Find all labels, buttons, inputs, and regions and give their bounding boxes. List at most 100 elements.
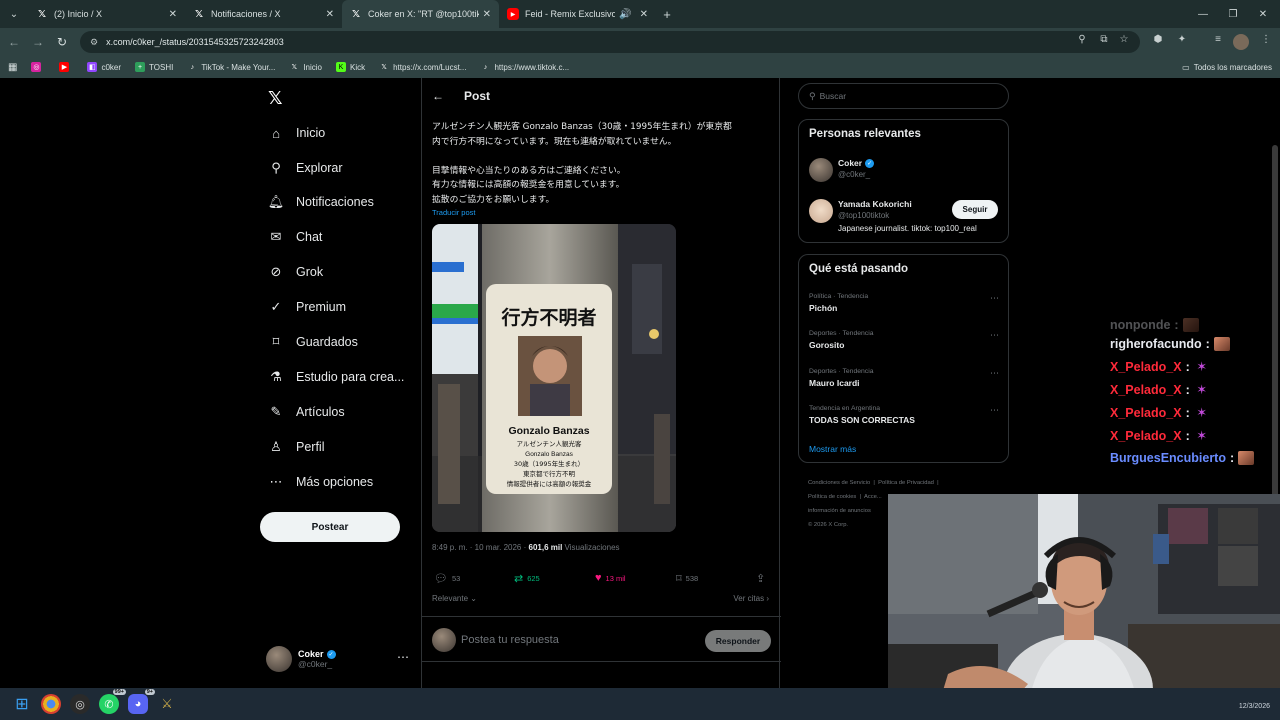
chat-username: X_Pelado_X xyxy=(1110,429,1182,443)
close-icon[interactable]: ✕ xyxy=(169,9,177,20)
close-icon[interactable]: ✕ xyxy=(326,9,334,20)
league-icon[interactable]: ⚔ xyxy=(157,694,177,714)
translate-link[interactable]: Traducir post xyxy=(432,208,476,217)
trend-item[interactable]: Deportes · Tendencia Mauro Icardi ⋯ xyxy=(809,368,999,388)
back-icon[interactable]: ← xyxy=(2,35,26,49)
extensions-icon[interactable]: ✦ xyxy=(1174,34,1190,50)
search-input[interactable] xyxy=(819,91,990,101)
nav-grok[interactable]: ⊘ Grok xyxy=(268,264,324,280)
x-logo-icon[interactable]: 𝕏 xyxy=(268,88,283,109)
more-dots-icon[interactable]: ⋯ xyxy=(990,405,999,416)
post-text: アルゼンチン人観光客 Gonzalo Banzas（30歳・1995年生まれ）が… xyxy=(432,120,772,222)
trend-item[interactable]: Tendencia en Argentina TODAS SON CORRECT… xyxy=(809,405,999,425)
url-field[interactable]: ⚙ x.com/c0ker_/status/203154532572324280… xyxy=(80,31,1140,53)
nav-articulos[interactable]: ✎ Artículos xyxy=(268,404,345,420)
nav-perfil[interactable]: ♙ Perfil xyxy=(268,439,324,455)
person-coker[interactable]: Coker ✓ @c0ker_ xyxy=(809,158,875,182)
bookmark-inicio[interactable]: 𝕏 Inicio xyxy=(289,62,322,72)
media-icon[interactable]: ≡ xyxy=(1210,34,1226,50)
footer-link[interactable]: información de anuncios xyxy=(808,508,871,514)
nav-inicio[interactable]: ⌂ Inicio xyxy=(268,125,325,141)
trend-item[interactable]: Deportes · Tendencia Gorosito ⋯ xyxy=(809,330,999,350)
minimize-button[interactable]: — xyxy=(1188,0,1218,28)
reload-icon[interactable]: ↻ xyxy=(50,35,74,49)
bookmark-x-lucst[interactable]: 𝕏https://x.com/Lucst... xyxy=(379,62,466,72)
whatsapp-icon[interactable]: ✆ 99+ xyxy=(99,689,126,714)
restore-button[interactable]: ❐ xyxy=(1218,0,1248,28)
nav-explorar[interactable]: ⚲ Explorar xyxy=(268,160,342,176)
show-more-link[interactable]: Mostrar más xyxy=(809,444,856,454)
bookmark-instagram[interactable]: ◎ xyxy=(31,62,45,72)
account-switcher[interactable]: Coker ✓ @c0ker_ xyxy=(266,646,336,672)
bookmark-tiktok-url[interactable]: ♪ https://www.tiktok.c... xyxy=(480,62,569,72)
nav-guardados[interactable]: ⌑ Guardados xyxy=(268,334,358,350)
bookmark-youtube[interactable]: ▶ xyxy=(59,62,73,72)
tab-notificaciones[interactable]: 𝕏 Notificaciones / X ✕ xyxy=(185,0,342,28)
reply-input[interactable] xyxy=(461,631,691,649)
star-icon[interactable]: ☆ xyxy=(1116,34,1132,50)
trend-item[interactable]: Política · Tendencia Pichón ⋯ xyxy=(809,293,999,313)
close-icon[interactable]: ✕ xyxy=(483,9,491,20)
nav-estudio[interactable]: ⚗ Estudio para crea... xyxy=(268,369,404,385)
post-text-line: アルゼンチン人観光客 Gonzalo Banzas（30歳・1995年生まれ）が… xyxy=(432,122,732,132)
tab-feid-remix[interactable]: ▶ Feid - Remix Exclusivo (Offic 🔊 ✕ xyxy=(499,0,656,28)
reply-action[interactable]: 💬︎ 53 xyxy=(434,572,460,585)
post-timestamp[interactable]: 8:49 p. m. · 10 mar. 2026 · xyxy=(432,543,529,552)
close-icon[interactable]: ✕ xyxy=(640,9,648,20)
menu-dots-icon[interactable]: ⋮ xyxy=(1258,34,1274,50)
cast-icon[interactable]: ⧉ xyxy=(1096,34,1112,50)
bookmark-kick[interactable]: K Kick xyxy=(335,62,365,72)
forward-icon[interactable]: → xyxy=(26,35,50,49)
tab-coker-post[interactable]: 𝕏 Coker en X: "RT @top100tiktok: ✕ xyxy=(342,0,499,28)
profile-avatar[interactable] xyxy=(1233,34,1249,50)
shield-icon[interactable]: ⬢ xyxy=(1150,34,1166,50)
follow-button[interactable]: Seguir xyxy=(952,200,998,219)
bookmark-tiktok[interactable]: ♪ TikTok - Make Your... xyxy=(187,62,276,72)
obs-icon[interactable]: ◎ xyxy=(70,694,90,714)
bookmark-action[interactable]: ⌑ 538 xyxy=(676,572,698,585)
bookmark-c0ker[interactable]: ◧ c0ker xyxy=(87,62,121,72)
sort-replies[interactable]: Relevante ⌄ xyxy=(432,594,477,603)
tab-inicio[interactable]: 𝕏 (2) Inicio / X ✕ xyxy=(28,0,185,28)
zoom-icon[interactable]: ⚲ xyxy=(1074,34,1090,50)
new-tab-button[interactable]: + xyxy=(656,7,678,22)
back-arrow-icon[interactable]: ← xyxy=(432,89,446,103)
more-dots-icon[interactable]: ⋯ xyxy=(990,293,999,304)
person-bio: Japanese journalist. tiktok: top100_real xyxy=(838,224,977,233)
footer-link[interactable]: Acce... xyxy=(864,494,882,500)
reply-button[interactable]: Responder xyxy=(705,630,771,652)
site-info-icon[interactable]: ⚙ xyxy=(90,37,98,48)
footer-link[interactable]: Política de cookies xyxy=(808,494,856,500)
nav-notificaciones[interactable]: 🔔︎ Notificaciones xyxy=(268,194,374,210)
nav-chat[interactable]: ✉ Chat xyxy=(268,229,323,245)
post-button[interactable]: Postear xyxy=(260,512,400,542)
repost-action[interactable]: ⇄ 625 xyxy=(514,572,540,585)
speaker-icon[interactable]: 🔊 xyxy=(619,9,631,20)
footer-link[interactable]: Política de Privacidad xyxy=(878,480,934,486)
discord-icon[interactable]: ◕ 9+ xyxy=(128,689,155,714)
reposts-count: 625 xyxy=(527,574,540,583)
nav-premium[interactable]: ✓ Premium xyxy=(268,299,346,315)
windows-icon[interactable]: ⊞ xyxy=(12,694,32,714)
person-yamada[interactable]: Yamada Kokorichi @top100tiktok Japanese … xyxy=(809,199,977,233)
flask-icon: ⚗ xyxy=(270,369,282,384)
post-image[interactable]: 行方不明者 Gonzalo Banzas アルゼンチン人観光客 Gonzalo … xyxy=(432,224,676,532)
chrome-icon[interactable] xyxy=(41,694,61,714)
like-action[interactable]: ♥ 13 mil xyxy=(595,572,626,584)
apps-grid-icon[interactable]: ▦ xyxy=(8,62,17,73)
more-dots-icon[interactable]: ⋯ xyxy=(397,650,409,664)
avatar xyxy=(809,199,833,223)
share-action[interactable]: ⇪ xyxy=(756,572,769,585)
all-bookmarks[interactable]: ▭ Todos los marcadores xyxy=(1182,56,1272,78)
tab-search-chevron-icon[interactable]: ⌄ xyxy=(0,0,28,28)
footer-link[interactable]: Condiciones de Servicio xyxy=(808,480,870,486)
quotes-link[interactable]: Ver citas › xyxy=(733,594,769,603)
bookmark-toshi[interactable]: + TOSHI xyxy=(135,62,173,72)
search-box[interactable]: ⚲ xyxy=(798,83,1009,109)
poster-line: Gonzalo Banzas xyxy=(525,451,573,458)
close-window-button[interactable]: ✕ xyxy=(1248,0,1278,28)
more-dots-icon[interactable]: ⋯ xyxy=(990,368,999,379)
chat-username: X_Pelado_X xyxy=(1110,360,1182,374)
nav-mas-opciones[interactable]: ⋯ Más opciones xyxy=(268,474,374,490)
more-dots-icon[interactable]: ⋯ xyxy=(990,330,999,341)
